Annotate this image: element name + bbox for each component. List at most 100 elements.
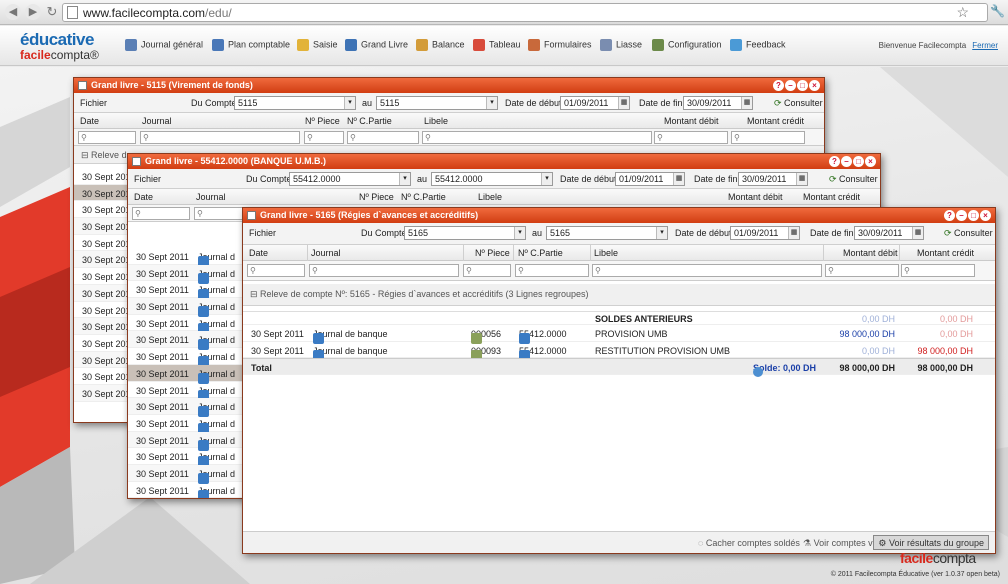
end-date-input[interactable]: 30/09/2011 ▦ <box>683 96 753 110</box>
menu-item-10[interactable]: Feedback <box>730 39 786 51</box>
logout-link[interactable]: Fermer <box>972 41 998 50</box>
filter-libele[interactable]: ⚲ <box>422 131 652 144</box>
calendar-icon[interactable]: ▦ <box>912 227 923 239</box>
filter-piece[interactable]: ⚲ <box>304 131 344 144</box>
calendar-icon[interactable]: ▦ <box>673 173 684 185</box>
window-title-bar[interactable]: Grand livre - 5165 (Régies d`avances et … <box>243 208 995 223</box>
menu-item-7[interactable]: Formulaires <box>528 39 592 51</box>
account-to-input[interactable]: 55412.0000 ▾ <box>431 172 553 186</box>
reload-icon[interactable]: ↻ <box>44 4 60 20</box>
minimize-icon[interactable]: – <box>956 210 967 221</box>
forward-icon[interactable]: ▶ <box>25 4 41 20</box>
col-libele[interactable]: Libele <box>478 192 502 202</box>
account-from-input[interactable]: 5115 ▾ <box>234 96 356 110</box>
filter-credit[interactable]: ⚲ <box>731 131 805 144</box>
col-debit[interactable]: Montant débit <box>843 248 898 258</box>
col-piece[interactable]: Nº Piece <box>305 116 340 126</box>
window-title-bar[interactable]: Grand livre - 55412.0000 (BANQUE U.M.B.)… <box>128 154 880 169</box>
wrench-icon[interactable]: 🔧 <box>990 4 1005 18</box>
col-date[interactable]: Date <box>249 248 268 258</box>
menu-item-9[interactable]: Configuration <box>652 39 722 51</box>
maximize-icon[interactable]: □ <box>968 210 979 221</box>
filter-date[interactable]: ⚲ <box>78 131 136 144</box>
menu-item-5[interactable]: Balance <box>416 39 465 51</box>
close-icon[interactable]: × <box>809 80 820 91</box>
fichier-menu[interactable]: Fichier <box>134 174 161 184</box>
filter-debit[interactable]: ⚲ <box>654 131 728 144</box>
voir-resultats-button[interactable]: ⚙ Voir résultats du groupe <box>873 535 989 550</box>
fichier-menu[interactable]: Fichier <box>80 98 107 108</box>
menu-item-3[interactable]: Saisie <box>297 39 338 51</box>
chevron-down-icon[interactable]: ▾ <box>656 227 667 239</box>
filter-journal[interactable]: ⚲ <box>140 131 300 144</box>
calendar-icon[interactable]: ▦ <box>618 97 629 109</box>
end-date-input[interactable]: 30/09/2011 ▦ <box>738 172 808 186</box>
close-icon[interactable]: × <box>865 156 876 167</box>
group-header[interactable]: ⊟ Releve de compte Nº: 5165 - Régies d`a… <box>243 284 995 306</box>
col-cpartie[interactable]: Nº C.Partie <box>347 116 392 126</box>
filter-piece[interactable]: ⚲ <box>463 264 511 277</box>
menu-item-8[interactable]: Liasse <box>600 39 642 51</box>
account-from-input[interactable]: 5165 ▾ <box>404 226 526 240</box>
minimize-icon[interactable]: – <box>841 156 852 167</box>
chevron-down-icon[interactable]: ▾ <box>541 173 552 185</box>
table-row[interactable]: 30 Sept 2011 Journal de banque 000093 55412… <box>243 342 995 361</box>
account-to-input[interactable]: 5165 ▾ <box>546 226 668 240</box>
window-title-bar[interactable]: Grand livre - 5115 (Virement de fonds) ?… <box>74 78 824 93</box>
menu-item-1[interactable]: Journal général <box>125 39 203 51</box>
maximize-icon[interactable]: □ <box>853 156 864 167</box>
col-date[interactable]: Date <box>80 116 99 126</box>
maximize-icon[interactable]: □ <box>797 80 808 91</box>
col-libele[interactable]: Libele <box>594 248 618 258</box>
address-bar[interactable]: www.facilecompta.com/edu/ ☆ <box>62 3 988 22</box>
calendar-icon[interactable]: ▦ <box>788 227 799 239</box>
menu-item-2[interactable]: Plan comptable <box>212 39 290 51</box>
filter-libele[interactable]: ⚲ <box>592 264 822 277</box>
chevron-down-icon[interactable]: ▾ <box>514 227 525 239</box>
close-icon[interactable]: × <box>980 210 991 221</box>
end-date-input[interactable]: 30/09/2011 ▦ <box>854 226 924 240</box>
col-credit[interactable]: Montant crédit <box>803 192 860 202</box>
col-libele[interactable]: Libele <box>424 116 448 126</box>
col-journal[interactable]: Journal <box>196 192 226 202</box>
col-piece[interactable]: Nº Piece <box>475 248 510 258</box>
fichier-menu[interactable]: Fichier <box>249 228 276 238</box>
col-credit[interactable]: Montant crédit <box>747 116 804 126</box>
filter-cpartie[interactable]: ⚲ <box>515 264 589 277</box>
minimize-icon[interactable]: – <box>785 80 796 91</box>
account-to-input[interactable]: 5115 ▾ <box>376 96 498 110</box>
chevron-down-icon[interactable]: ▾ <box>486 97 497 109</box>
start-date-input[interactable]: 01/09/2011 ▦ <box>730 226 800 240</box>
filter-journal[interactable]: ⚲ <box>309 264 459 277</box>
chevron-down-icon[interactable]: ▾ <box>399 173 410 185</box>
filter-date[interactable]: ⚲ <box>247 264 305 277</box>
help-icon[interactable]: ? <box>829 156 840 167</box>
back-icon[interactable]: ◀ <box>5 4 21 20</box>
col-journal[interactable]: Journal <box>311 248 341 258</box>
start-date-input[interactable]: 01/09/2011 ▦ <box>615 172 685 186</box>
menu-item-6[interactable]: Tableau <box>473 39 521 51</box>
filter-debit[interactable]: ⚲ <box>825 264 899 277</box>
col-piece[interactable]: Nº Piece <box>359 192 394 202</box>
col-date[interactable]: Date <box>134 192 153 202</box>
filter-cpartie[interactable]: ⚲ <box>347 131 419 144</box>
consulter-button[interactable]: ⟳ Consulter <box>774 98 823 109</box>
col-credit[interactable]: Montant crédit <box>917 248 974 258</box>
calendar-icon[interactable]: ▦ <box>796 173 807 185</box>
start-date-input[interactable]: 01/09/2011 ▦ <box>560 96 630 110</box>
consulter-button[interactable]: ⟳ Consulter <box>829 174 878 185</box>
account-from-input[interactable]: 55412.0000 ▾ <box>289 172 411 186</box>
help-icon[interactable]: ? <box>773 80 784 91</box>
col-cpartie[interactable]: Nº C.Partie <box>518 248 563 258</box>
menu-item-4[interactable]: Grand Livre <box>345 39 408 51</box>
col-debit[interactable]: Montant débit <box>664 116 719 126</box>
col-cpartie[interactable]: Nº C.Partie <box>401 192 446 202</box>
calendar-icon[interactable]: ▦ <box>741 97 752 109</box>
filter-date[interactable]: ⚲ <box>132 207 190 220</box>
col-debit[interactable]: Montant débit <box>728 192 783 202</box>
consulter-button[interactable]: ⟳ Consulter <box>944 228 993 239</box>
cacher-comptes-soldes[interactable]: ◌ Cacher comptes soldés <box>698 538 800 548</box>
table-row[interactable]: 30 Sept 2011 Journal de banque 000056 55412… <box>243 325 995 344</box>
help-icon[interactable]: ? <box>944 210 955 221</box>
filter-credit[interactable]: ⚲ <box>901 264 975 277</box>
